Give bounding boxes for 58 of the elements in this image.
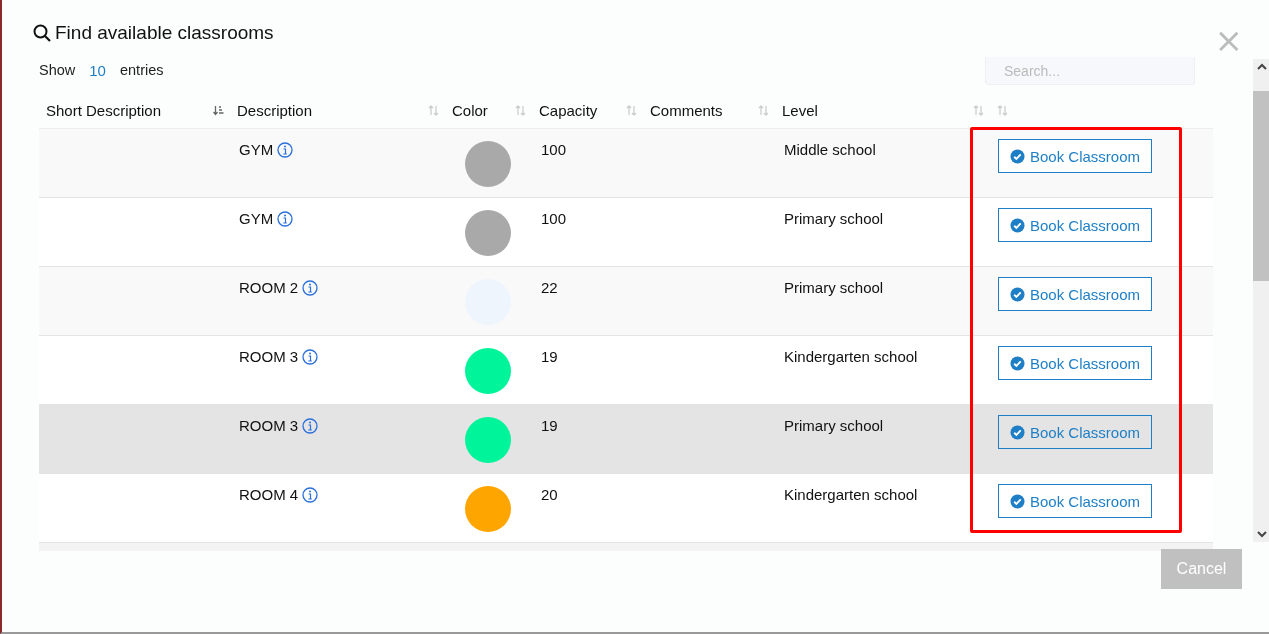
capacity-cell: 19 [541,348,558,365]
sort-icon [758,104,769,116]
info-icon[interactable] [302,487,319,503]
capacity-cell: 20 [541,486,558,503]
level-cell: Middle school [784,141,876,158]
level-cell: Kindergarten school [784,348,918,365]
sort-icon [973,104,984,116]
search-icon [33,24,51,42]
column-header[interactable]: Level [775,92,990,128]
capacity-cell: 100 [541,141,567,158]
book-classroom-button[interactable]: Book Classroom [998,139,1153,173]
entries-label: entries [119,62,164,79]
sort-icon [515,104,526,116]
show-label: Show [39,62,76,79]
scroll-down-icon[interactable] [1255,530,1268,538]
level-cell: Primary school [784,279,884,296]
info-icon[interactable] [277,211,294,227]
info-icon[interactable] [302,418,319,434]
column-header[interactable]: Description [230,92,445,128]
column-header[interactable]: Color [445,92,532,128]
info-icon[interactable] [302,280,319,296]
book-classroom-button[interactable]: Book Classroom [998,277,1153,311]
entries-select[interactable]: 10 [89,62,106,79]
level-cell: Primary school [784,417,884,434]
description-cell: GYM [239,141,274,158]
column-header[interactable]: Capacity [532,92,643,128]
level-cell: Kindergarten school [784,486,918,503]
search-field[interactable]: Search... [985,57,1195,85]
check-circle-icon [1010,355,1025,371]
description-cell: GYM [239,210,274,227]
info-icon[interactable] [277,142,294,158]
sort-icon [428,104,439,116]
capacity-cell: 22 [541,279,558,296]
dialog-title: Find available classrooms [55,22,275,44]
sort-icon [997,104,1008,116]
check-circle-icon [1010,148,1025,164]
column-header[interactable]: Comments [643,92,775,128]
check-circle-icon [1010,493,1025,509]
description-cell: ROOM 2 [239,279,299,296]
description-cell: ROOM 3 [239,417,299,434]
sort-icon [626,104,637,116]
level-cell: Primary school [784,210,884,227]
capacity-cell: 19 [541,417,558,434]
check-circle-icon [1010,286,1025,302]
book-classroom-button[interactable]: Book Classroom [998,208,1153,242]
sort-icon [213,104,224,116]
info-icon[interactable] [302,349,319,365]
check-circle-icon [1010,217,1025,233]
column-header[interactable]: Short Description [39,92,230,128]
book-classroom-button[interactable]: Book Classroom [998,484,1153,518]
scroll-up-icon[interactable] [1255,63,1268,71]
scrollbar[interactable] [1253,59,1269,542]
book-classroom-button[interactable]: Book Classroom [998,346,1153,380]
book-classroom-button[interactable]: Book Classroom [998,415,1153,449]
capacity-cell: 100 [541,210,567,227]
check-circle-icon [1010,424,1025,440]
description-cell: ROOM 3 [239,348,299,365]
description-cell: ROOM 4 [239,486,299,503]
